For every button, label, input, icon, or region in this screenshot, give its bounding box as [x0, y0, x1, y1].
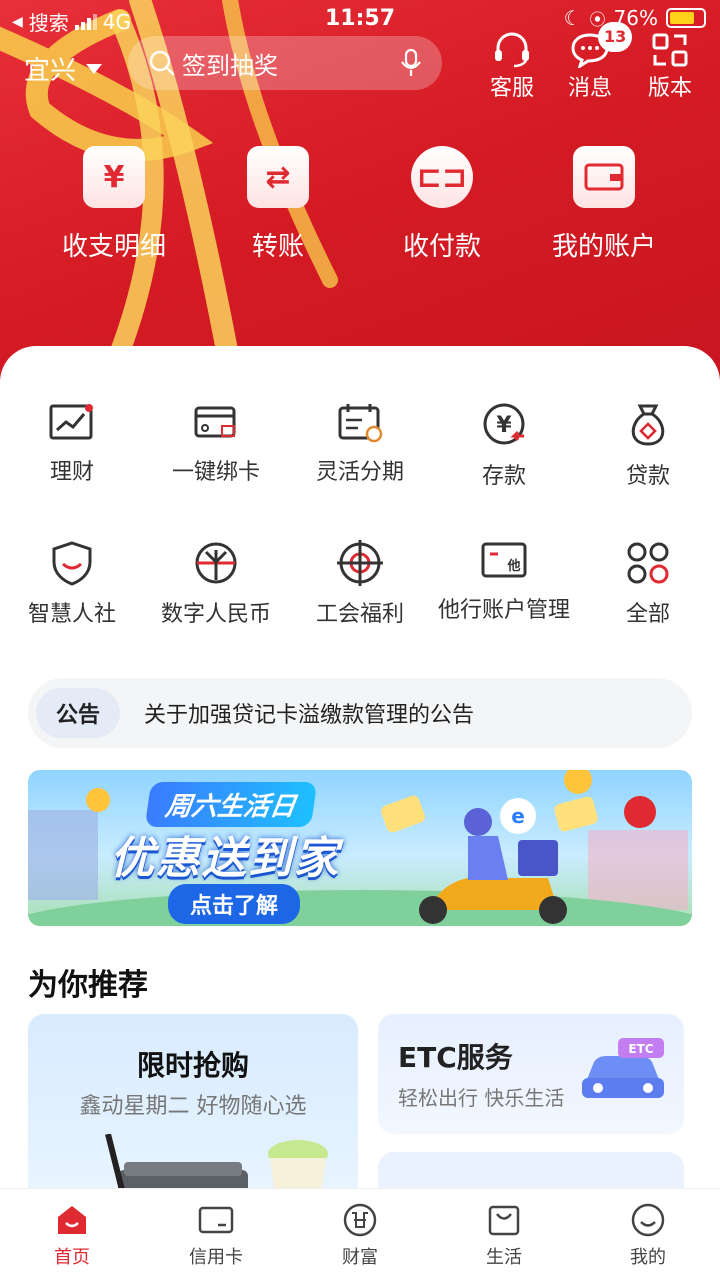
search-input[interactable]: 签到抽奖 — [128, 36, 442, 90]
service-smart-social-security[interactable]: 智慧人社 — [0, 540, 144, 628]
quick-my-account[interactable]: 我的账户 — [514, 146, 694, 263]
tab-label: 生活 — [486, 1247, 522, 1268]
version-label: 版本 — [647, 76, 692, 101]
version-switch-button[interactable]: 版本 — [630, 32, 710, 102]
quick-scan-pay-label: 收付款 — [402, 232, 481, 262]
message-count-badge: 13 — [598, 22, 633, 52]
service-wealth-management[interactable]: 理财 — [0, 402, 144, 486]
battery-icon — [666, 8, 706, 28]
moon-icon: ☾ — [563, 6, 582, 30]
union-icon — [337, 540, 383, 586]
switch-version-icon — [652, 33, 688, 67]
tab-wealth[interactable]: 财富 — [288, 1203, 432, 1269]
svg-text:e: e — [511, 804, 525, 828]
service-digital-rmb[interactable]: 数字人民币 — [144, 540, 288, 628]
banner-subtitle: 周六生活日 — [144, 782, 318, 827]
service-deposit[interactable]: ¥ 存款 — [432, 402, 576, 490]
chevron-down-icon — [86, 63, 103, 74]
quick-my-account-label: 我的账户 — [551, 232, 656, 262]
service-label: 工会福利 — [315, 602, 404, 627]
transfer-icon: ⇄ — [247, 146, 309, 208]
search-placeholder: 签到抽奖 — [182, 51, 278, 80]
banner-title: 优惠送到家 — [110, 833, 340, 884]
tab-label: 财富 — [342, 1247, 378, 1268]
etc-service-card[interactable]: ETC服务 轻松出行 快乐生活 ETC — [378, 1014, 684, 1134]
wallet-icon — [573, 146, 635, 208]
announcement-tag: 公告 — [36, 688, 120, 738]
announcement-text[interactable]: 关于加强贷记卡溢缴款管理的公告 — [144, 697, 474, 729]
quick-transfer-label: 转账 — [251, 232, 304, 262]
credit-card-icon — [198, 1206, 234, 1234]
service-other-bank-accounts[interactable]: 他 他行账户管理 — [432, 540, 576, 624]
search-icon — [149, 50, 175, 76]
recommend-title: 为你推荐 — [28, 968, 148, 1003]
tab-credit-card[interactable]: 信用卡 — [144, 1203, 288, 1269]
flash-sale-subtitle: 鑫动星期二 好物随心选 — [79, 1094, 307, 1119]
announcement-bar[interactable]: 公告 关于加强贷记卡溢缴款管理的公告 — [28, 678, 692, 748]
service-label: 一键绑卡 — [171, 460, 260, 485]
tab-home[interactable]: 首页 — [0, 1203, 144, 1269]
digital-rmb-icon — [195, 542, 237, 584]
etc-subtitle: 轻松出行 快乐生活 — [398, 1086, 565, 1110]
top-bar: 宜兴 签到抽奖 客服 消息 13 版本 — [0, 22, 720, 102]
service-union-welfare[interactable]: 工会福利 — [288, 540, 432, 628]
customer-service-label: 客服 — [489, 76, 534, 101]
service-all[interactable]: 全部 — [576, 540, 720, 628]
quick-statement-label: 收支明细 — [61, 232, 166, 262]
profile-smile-icon — [631, 1203, 665, 1237]
headset-icon — [495, 32, 529, 68]
microphone-icon[interactable] — [400, 48, 422, 78]
installment-icon — [338, 404, 383, 443]
tab-label: 信用卡 — [189, 1247, 243, 1268]
service-bind-card[interactable]: 一键绑卡 — [144, 402, 288, 486]
bind-card-icon — [194, 406, 236, 438]
service-label: 灵活分期 — [315, 460, 404, 485]
service-label: 数字人民币 — [160, 602, 271, 627]
service-label: 理财 — [49, 460, 94, 485]
home-icon — [58, 1206, 86, 1234]
quick-transfer[interactable]: ⇄ 转账 — [188, 146, 368, 263]
banner-cta-button[interactable]: 点击了解 — [168, 884, 301, 924]
messages-label: 消息 — [567, 76, 612, 101]
promo-banner[interactable]: e 周六生活日 优惠送到家 点击了解 — [28, 770, 692, 926]
tab-life[interactable]: 生活 — [432, 1203, 576, 1269]
quick-scan-pay[interactable]: ⊏⊐ 收付款 — [352, 146, 532, 263]
shopping-bag-icon — [488, 1205, 520, 1236]
deposit-icon: ¥ — [483, 403, 525, 445]
wealth-icon — [343, 1203, 377, 1237]
messages-button[interactable]: 消息 13 — [550, 22, 633, 102]
service-label: 贷款 — [625, 464, 670, 489]
main-panel: 理财 一键绑卡 灵活分期 ¥ 存款 贷款 智慧人社 数字人民币 工会福利 他 他… — [0, 346, 720, 1232]
city-selector[interactable]: 宜兴 — [24, 50, 103, 87]
bottom-tab-bar: 首页 信用卡 财富 生活 我的 — [0, 1188, 720, 1280]
scan-pay-icon: ⊏⊐ — [411, 146, 473, 208]
tab-label: 首页 — [54, 1247, 90, 1268]
chart-icon — [49, 404, 93, 440]
shield-smile-icon — [52, 541, 92, 586]
svg-text:¥: ¥ — [496, 413, 512, 438]
flash-sale-card[interactable]: 限时抢购 鑫动星期二 好物随心选 — [28, 1014, 358, 1214]
tab-label: 我的 — [630, 1247, 666, 1268]
other-bank-card-icon: 他 — [481, 542, 527, 578]
tab-mine[interactable]: 我的 — [576, 1203, 720, 1269]
service-installment[interactable]: 灵活分期 — [288, 402, 432, 486]
all-grid-icon — [627, 542, 669, 584]
service-label: 他行账户管理 — [437, 598, 570, 623]
flash-sale-title: 限时抢购 — [136, 1049, 249, 1082]
service-label: 全部 — [625, 602, 670, 627]
service-label: 存款 — [481, 464, 526, 489]
svg-text:他: 他 — [506, 558, 520, 574]
statement-icon: ¥ — [83, 146, 145, 208]
service-label: 智慧人社 — [27, 602, 116, 627]
city-label: 宜兴 — [24, 56, 77, 86]
car-icon: ETC — [582, 1038, 664, 1098]
quick-statement[interactable]: ¥ 收支明细 — [24, 146, 204, 263]
etc-title: ETC服务 — [398, 1041, 513, 1074]
customer-service-button[interactable]: 客服 — [472, 32, 552, 102]
service-loan[interactable]: 贷款 — [576, 402, 720, 490]
loan-bag-icon — [631, 404, 665, 446]
svg-text:ETC: ETC — [628, 1042, 653, 1056]
